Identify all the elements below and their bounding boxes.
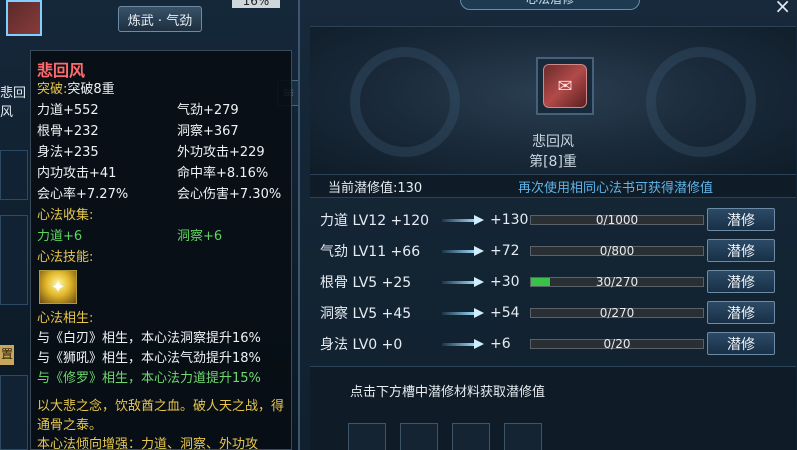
material-slot[interactable] — [504, 423, 542, 450]
cultivate-button[interactable]: 潜修 — [707, 301, 775, 324]
description-line: 以大悲之念，饮敌酋之血。破人天之战，得通骨之泰。 — [37, 399, 285, 433]
attribute-label: 洞察 LV5 +45 — [320, 305, 412, 322]
stat-value: 外功攻击+229 — [177, 145, 265, 160]
progress-bar: 0/800 — [530, 243, 704, 258]
description-line: 本心法倾向增强：力道、洞察、外功攻 — [37, 437, 259, 450]
material-area: 点击下方槽中潜修材料获取潜修值 — [310, 366, 796, 450]
stat-value: 身法+235 — [37, 145, 99, 160]
attribute-label: 根骨 LV5 +25 — [320, 274, 412, 291]
book-name: 悲回风 — [532, 134, 574, 150]
arrow-icon — [442, 245, 486, 257]
stat-value: 会心率+7.27% — [37, 187, 129, 202]
panel-title: 心法潜修 — [460, 0, 640, 10]
cultivate-button[interactable]: 潜修 — [707, 208, 775, 231]
stat-row: 内功攻击+41 命中率+8.16% — [37, 163, 285, 184]
info-bar: 当前潜修值:130 再次使用相同心法书可获得潜修值 — [310, 174, 796, 198]
skill-description: 以大悲之念，饮敌酋之血。破人天之战，得通骨之泰。 本心法倾向增强：力道、洞察、外… — [37, 397, 285, 450]
stat-value: 会心伤害+7.30% — [177, 187, 282, 202]
cultivation-hint: 再次使用相同心法书可获得潜修值 — [518, 180, 714, 196]
stat-row: 会心率+7.27% 会心伤害+7.30% — [37, 184, 285, 205]
attribute-row: 力道 LV12 +120 +130 0/1000 潜修 — [310, 204, 796, 235]
attribute-row: 根骨 LV5 +25 +30 30/270 潜修 — [310, 266, 796, 297]
progress-text: 0/1000 — [595, 212, 639, 227]
attribute-row: 气劲 LV11 +66 +72 0/800 潜修 — [310, 235, 796, 266]
attribute-gain: +130 — [490, 211, 529, 228]
book-level: 第[8]重 — [529, 154, 577, 170]
stat-row: 力道+552 气劲+279 — [37, 100, 285, 121]
skill-tooltip: 悲回风 突破: 突破8重 力道+552 气劲+279 根骨+232 洞察+367… — [30, 50, 292, 450]
progress-text: 0/270 — [599, 305, 635, 320]
attribute-label: 气劲 LV11 +66 — [320, 243, 421, 260]
progress-text: 0/20 — [603, 336, 631, 351]
arrow-icon — [442, 276, 486, 288]
material-slot[interactable] — [452, 423, 490, 450]
close-icon[interactable]: × — [774, 0, 791, 16]
arrow-icon — [442, 214, 486, 226]
cultivation-panel: 心法潜修 × ✉ 悲回风 第[8]重 当前潜修值:130 再次使用相同心法书可获… — [298, 0, 797, 450]
material-label: 点击下方槽中潜修材料获取潜修值 — [350, 385, 546, 400]
skill-title: 心法技能: — [37, 250, 94, 265]
stat-value: 命中率+8.16% — [177, 166, 269, 181]
stat-value: 内功攻击+41 — [37, 166, 117, 181]
skill-icon: ✦ — [39, 270, 77, 304]
stat-value: 力道+552 — [37, 103, 99, 118]
progress-bar: 30/270 — [530, 274, 704, 289]
attribute-gain: +72 — [490, 242, 520, 259]
book-frame: ✉ — [536, 57, 594, 115]
breakthrough-label: 突破: — [37, 82, 68, 97]
attribute-rows: 力道 LV12 +120 +130 0/1000 潜修 气劲 LV11 +66 +72 0/… — [310, 204, 796, 359]
synergy-line-active: 与《修罗》相生，本心法力道提升15% — [37, 371, 261, 386]
breakthrough-value: 突破8重 — [67, 82, 115, 97]
attribute-row: 洞察 LV5 +45 +54 0/270 潜修 — [310, 297, 796, 328]
arrow-icon — [442, 307, 486, 319]
stat-value: 气劲+279 — [177, 103, 239, 118]
cultivate-button[interactable]: 潜修 — [707, 239, 775, 262]
attribute-gain: +30 — [490, 273, 520, 290]
tab-martial-qi[interactable]: 炼武 · 气劲 — [118, 6, 202, 32]
background-slot[interactable] — [0, 150, 28, 200]
progress-bar: 0/20 — [530, 336, 704, 351]
synergy-line: 与《白刃》相生，本心法洞察提升16% — [37, 331, 261, 346]
synergy-title: 心法相生: — [37, 311, 94, 326]
current-cultivation-value: 当前潜修值:130 — [328, 180, 423, 196]
attribute-gain: +6 — [490, 335, 511, 352]
synergy-line: 与《狮吼》相生，本心法气劲提升18% — [37, 351, 261, 366]
breakthrough-row: 突破: 突破8重 — [37, 79, 285, 100]
background-badge: 置 — [0, 345, 14, 365]
attribute-label: 力道 LV12 +120 — [320, 212, 430, 229]
attribute-row: 身法 LV0 +0 +6 0/20 潜修 — [310, 328, 796, 359]
book-icon: ✉ — [543, 64, 587, 108]
collect-value: 力道+6 — [37, 229, 83, 244]
stat-value: 根骨+232 — [37, 124, 99, 139]
book-display: ✉ 悲回风 第[8]重 — [310, 26, 796, 174]
stat-value: 洞察+367 — [177, 124, 239, 139]
background-book-name: 悲回风 — [0, 86, 27, 120]
collect-value: 洞察+6 — [177, 229, 223, 244]
percent-badge: 16% — [232, 0, 280, 8]
stat-row: 根骨+232 洞察+367 — [37, 121, 285, 142]
cultivate-button[interactable]: 潜修 — [707, 270, 775, 293]
background-slot[interactable] — [0, 375, 28, 450]
attribute-label: 身法 LV0 +0 — [320, 336, 403, 353]
tooltip-title: 悲回风 — [37, 61, 86, 80]
arrow-icon — [442, 338, 486, 350]
material-slot[interactable] — [400, 423, 438, 450]
progress-text: 30/270 — [595, 274, 639, 289]
attribute-gain: +54 — [490, 304, 520, 321]
collect-row: 力道+6 洞察+6 — [37, 226, 285, 247]
collect-title: 心法收集: — [37, 208, 94, 223]
game-screen: 炼武 · 气劲 16% ≡ 悲回风 置 悲回风 突破: 突破8重 力道+552 … — [0, 0, 797, 450]
selected-book-card[interactable] — [6, 0, 42, 36]
stat-row: 身法+235 外功攻击+229 — [37, 142, 285, 163]
progress-text: 0/800 — [599, 243, 635, 258]
material-slot[interactable] — [348, 423, 386, 450]
background-slot[interactable] — [0, 215, 28, 305]
cultivate-button[interactable]: 潜修 — [707, 332, 775, 355]
progress-bar: 0/1000 — [530, 212, 704, 227]
progress-bar: 0/270 — [530, 305, 704, 320]
